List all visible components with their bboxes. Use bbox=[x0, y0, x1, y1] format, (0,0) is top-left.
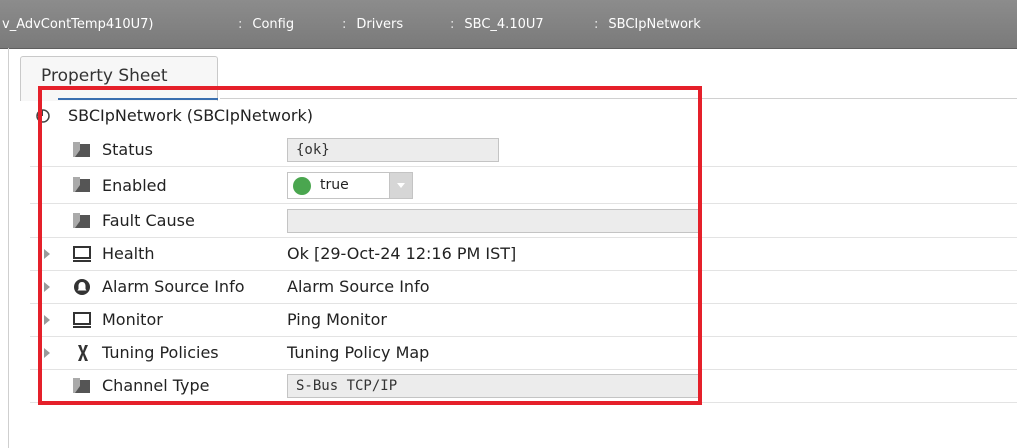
tuning-icon bbox=[78, 345, 88, 361]
expand-arrow-icon[interactable] bbox=[44, 282, 50, 292]
tab-divider bbox=[220, 98, 1017, 99]
breadcrumb-label: SBCIpNetwork bbox=[608, 17, 701, 32]
slot-icon bbox=[73, 213, 90, 228]
breadcrumb-item-drivers[interactable]: : Drivers bbox=[342, 16, 403, 34]
property-name: Monitor bbox=[102, 310, 163, 329]
expand-arrow-icon[interactable] bbox=[44, 315, 50, 325]
property-row-enabled[interactable]: Enabled true bbox=[30, 167, 1017, 204]
tab-label: Property Sheet bbox=[41, 66, 168, 86]
alarm-icon bbox=[74, 279, 90, 295]
expand-arrow-icon[interactable] bbox=[44, 348, 50, 358]
property-row-tuning-policies[interactable]: Tuning Policies Tuning Policy Map bbox=[30, 337, 1017, 370]
breadcrumb-label: Drivers bbox=[356, 17, 404, 32]
monitor-icon bbox=[73, 312, 91, 328]
property-row-fault-cause[interactable]: Fault Cause bbox=[30, 205, 1017, 238]
property-name: Channel Type bbox=[102, 376, 210, 395]
monitor-icon bbox=[73, 246, 91, 262]
breadcrumb-item-sbc[interactable]: : SBC_4.10U7 bbox=[450, 16, 544, 34]
breadcrumb-item-station[interactable]: v_AdvContTemp410U7) bbox=[2, 16, 154, 34]
property-name: Fault Cause bbox=[102, 211, 195, 230]
enabled-dropdown[interactable]: true bbox=[287, 172, 413, 199]
breadcrumb-separator: : bbox=[342, 17, 347, 32]
network-icon bbox=[36, 109, 50, 123]
breadcrumb-item-sbcipnetwork[interactable]: : SBCIpNetwork bbox=[594, 16, 701, 34]
property-row-alarm-source-info[interactable]: Alarm Source Info Alarm Source Info bbox=[30, 271, 1017, 304]
breadcrumb-label: Config bbox=[252, 17, 295, 32]
fault-cause-field bbox=[287, 209, 700, 233]
root-label: SBCIpNetwork (SBCIpNetwork) bbox=[68, 106, 313, 125]
breadcrumb-separator: : bbox=[450, 17, 455, 32]
slot-icon bbox=[73, 378, 90, 393]
enabled-status-dot bbox=[293, 177, 311, 195]
status-field: {ok} bbox=[287, 138, 499, 162]
tuning-policies-value: Tuning Policy Map bbox=[287, 343, 430, 362]
breadcrumb-separator: : bbox=[594, 17, 599, 32]
chevron-down-icon bbox=[397, 183, 405, 188]
health-value: Ok [29-Oct-24 12:16 PM IST] bbox=[287, 244, 517, 263]
breadcrumb-label: SBC_4.10U7 bbox=[464, 17, 544, 32]
enabled-value: true bbox=[320, 177, 349, 193]
slot-icon bbox=[73, 177, 90, 192]
property-name: Health bbox=[102, 244, 155, 263]
breadcrumb-separator: : bbox=[238, 17, 243, 32]
tab-property-sheet[interactable]: Property Sheet bbox=[20, 56, 218, 101]
breadcrumb: v_AdvContTemp410U7) : Config : Drivers : SB… bbox=[0, 0, 1017, 49]
property-row-status[interactable]: Status {ok} bbox=[30, 134, 1017, 167]
property-name: Status bbox=[102, 140, 153, 159]
expand-arrow-icon[interactable] bbox=[44, 249, 50, 259]
breadcrumb-label: v_AdvContTemp410U7) bbox=[2, 17, 154, 32]
property-name: Tuning Policies bbox=[102, 343, 219, 362]
monitor-value: Ping Monitor bbox=[287, 310, 387, 329]
channel-type-value: S-Bus TCP/IP bbox=[296, 378, 398, 394]
property-row-channel-type[interactable]: Channel Type S-Bus TCP/IP bbox=[30, 370, 1017, 403]
slot-icon bbox=[73, 142, 90, 157]
view-border bbox=[8, 48, 9, 448]
dropdown-button[interactable] bbox=[389, 173, 412, 198]
root-node[interactable]: SBCIpNetwork (SBCIpNetwork) bbox=[30, 100, 1017, 132]
property-row-monitor[interactable]: Monitor Ping Monitor bbox=[30, 304, 1017, 337]
channel-type-field: S-Bus TCP/IP bbox=[287, 374, 700, 398]
status-value: {ok} bbox=[296, 142, 330, 158]
alarm-source-info-value: Alarm Source Info bbox=[287, 277, 430, 296]
property-row-health[interactable]: Health Ok [29-Oct-24 12:16 PM IST] bbox=[30, 238, 1017, 271]
breadcrumb-item-config[interactable]: : Config bbox=[238, 16, 294, 34]
property-name: Alarm Source Info bbox=[102, 277, 245, 296]
property-name: Enabled bbox=[102, 176, 167, 195]
